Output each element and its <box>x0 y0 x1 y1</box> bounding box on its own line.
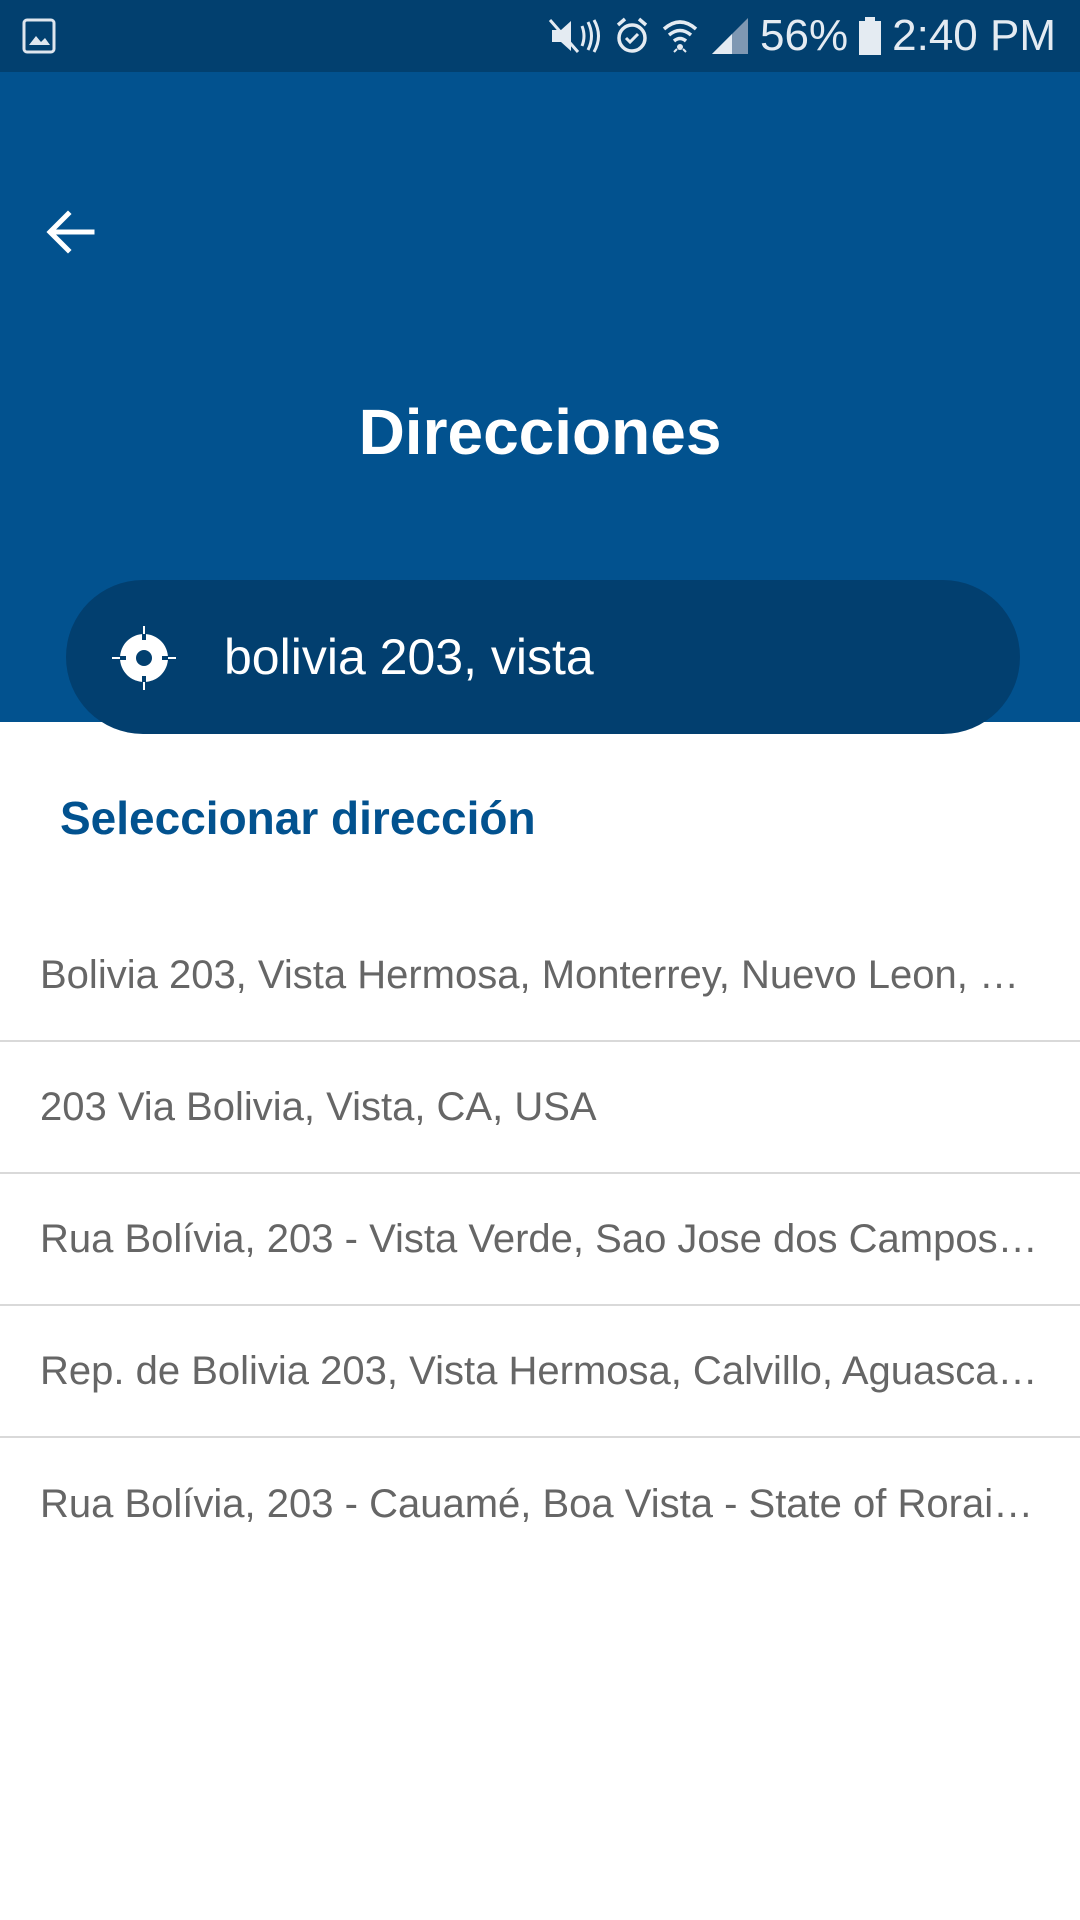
battery-percent: 56% <box>760 11 849 60</box>
result-item[interactable]: Rua Bolívia, 203 - Cauamé, Boa Vista - S… <box>0 1438 1080 1570</box>
section-title: Seleccionar dirección <box>60 792 536 844</box>
battery-icon <box>859 17 882 55</box>
arrow-left-icon <box>46 210 95 254</box>
result-item-text: Rua Bolívia, 203 - Cauamé, Boa Vista - S… <box>40 1481 1040 1526</box>
result-item-text: 203 Via Bolivia, Vista, CA, USA <box>40 1084 597 1129</box>
signal-icon <box>712 18 749 54</box>
result-item-text: Bolivia 203, Vista Hermosa, Monterrey, N… <box>40 952 1040 997</box>
mute-icon <box>548 19 601 53</box>
header: Direcciones <box>0 72 1080 734</box>
result-item[interactable]: Rep. de Bolivia 203, Vista Hermosa, Calv… <box>0 1306 1080 1438</box>
wifi-icon <box>662 20 698 53</box>
search-input[interactable] <box>224 610 984 704</box>
back-button[interactable] <box>30 192 110 272</box>
results-list: Bolivia 203, Vista Hermosa, Monterrey, N… <box>0 910 1080 1570</box>
gallery-icon <box>22 18 56 54</box>
result-item-text: Rua Bolívia, 203 - Vista Verde, Sao Jose… <box>40 1216 1040 1261</box>
alarm-icon <box>616 17 648 53</box>
result-item-text: Rep. de Bolivia 203, Vista Hermosa, Calv… <box>40 1348 1040 1393</box>
result-item[interactable]: Rua Bolívia, 203 - Vista Verde, Sao Jose… <box>0 1174 1080 1306</box>
result-item[interactable]: Bolivia 203, Vista Hermosa, Monterrey, N… <box>0 910 1080 1042</box>
status-bar: 56% 2:40 PM <box>0 0 1080 72</box>
result-item[interactable]: 203 Via Bolivia, Vista, CA, USA <box>0 1042 1080 1174</box>
search-bar[interactable] <box>66 580 1020 734</box>
page-title: Direcciones <box>358 396 722 468</box>
clock: 2:40 PM <box>892 11 1056 60</box>
locate-icon[interactable] <box>112 626 176 690</box>
